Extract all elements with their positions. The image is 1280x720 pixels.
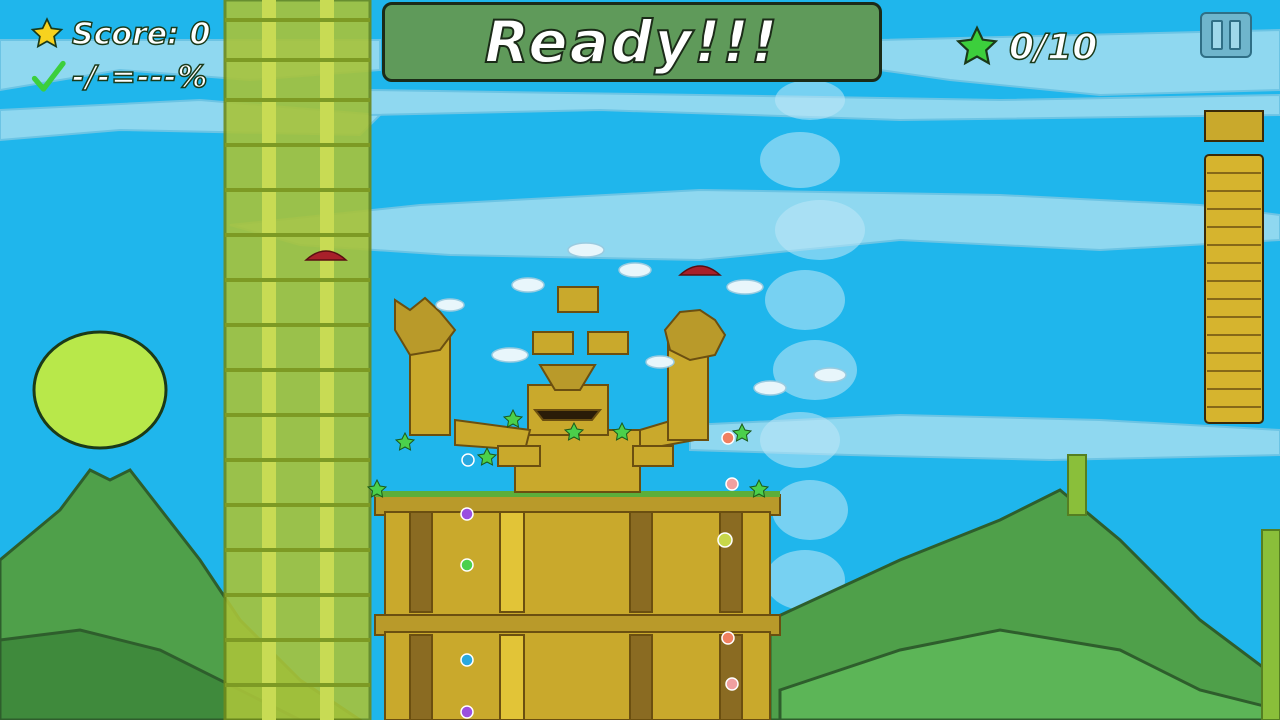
green-star-icon <box>955 25 999 66</box>
stars-counter: 0/10 <box>955 18 1098 76</box>
stars-counter-text: 0/10 <box>1008 26 1098 69</box>
ready-banner-text: Ready!!! <box>484 7 780 77</box>
accuracy-display: -/-=---% <box>30 58 208 96</box>
background-pillar <box>1261 529 1280 720</box>
ladder-tower <box>223 0 372 720</box>
pause-icon <box>1229 20 1241 50</box>
checkmark-icon <box>31 60 66 92</box>
yellow-star-icon <box>30 17 64 49</box>
score-display: Score: 0 <box>30 12 211 56</box>
background-pillar <box>1067 454 1087 516</box>
brick-gauge <box>1204 110 1264 424</box>
accuracy-readout: -/-=---% <box>71 59 209 96</box>
brick-temple <box>374 491 781 720</box>
pause-button[interactable] <box>1200 12 1252 58</box>
score-label: Score: 0 <box>71 16 211 53</box>
ready-banner: Ready!!! <box>382 2 882 82</box>
moon <box>32 330 168 450</box>
game-scene <box>0 0 1280 720</box>
pause-icon <box>1211 20 1223 50</box>
